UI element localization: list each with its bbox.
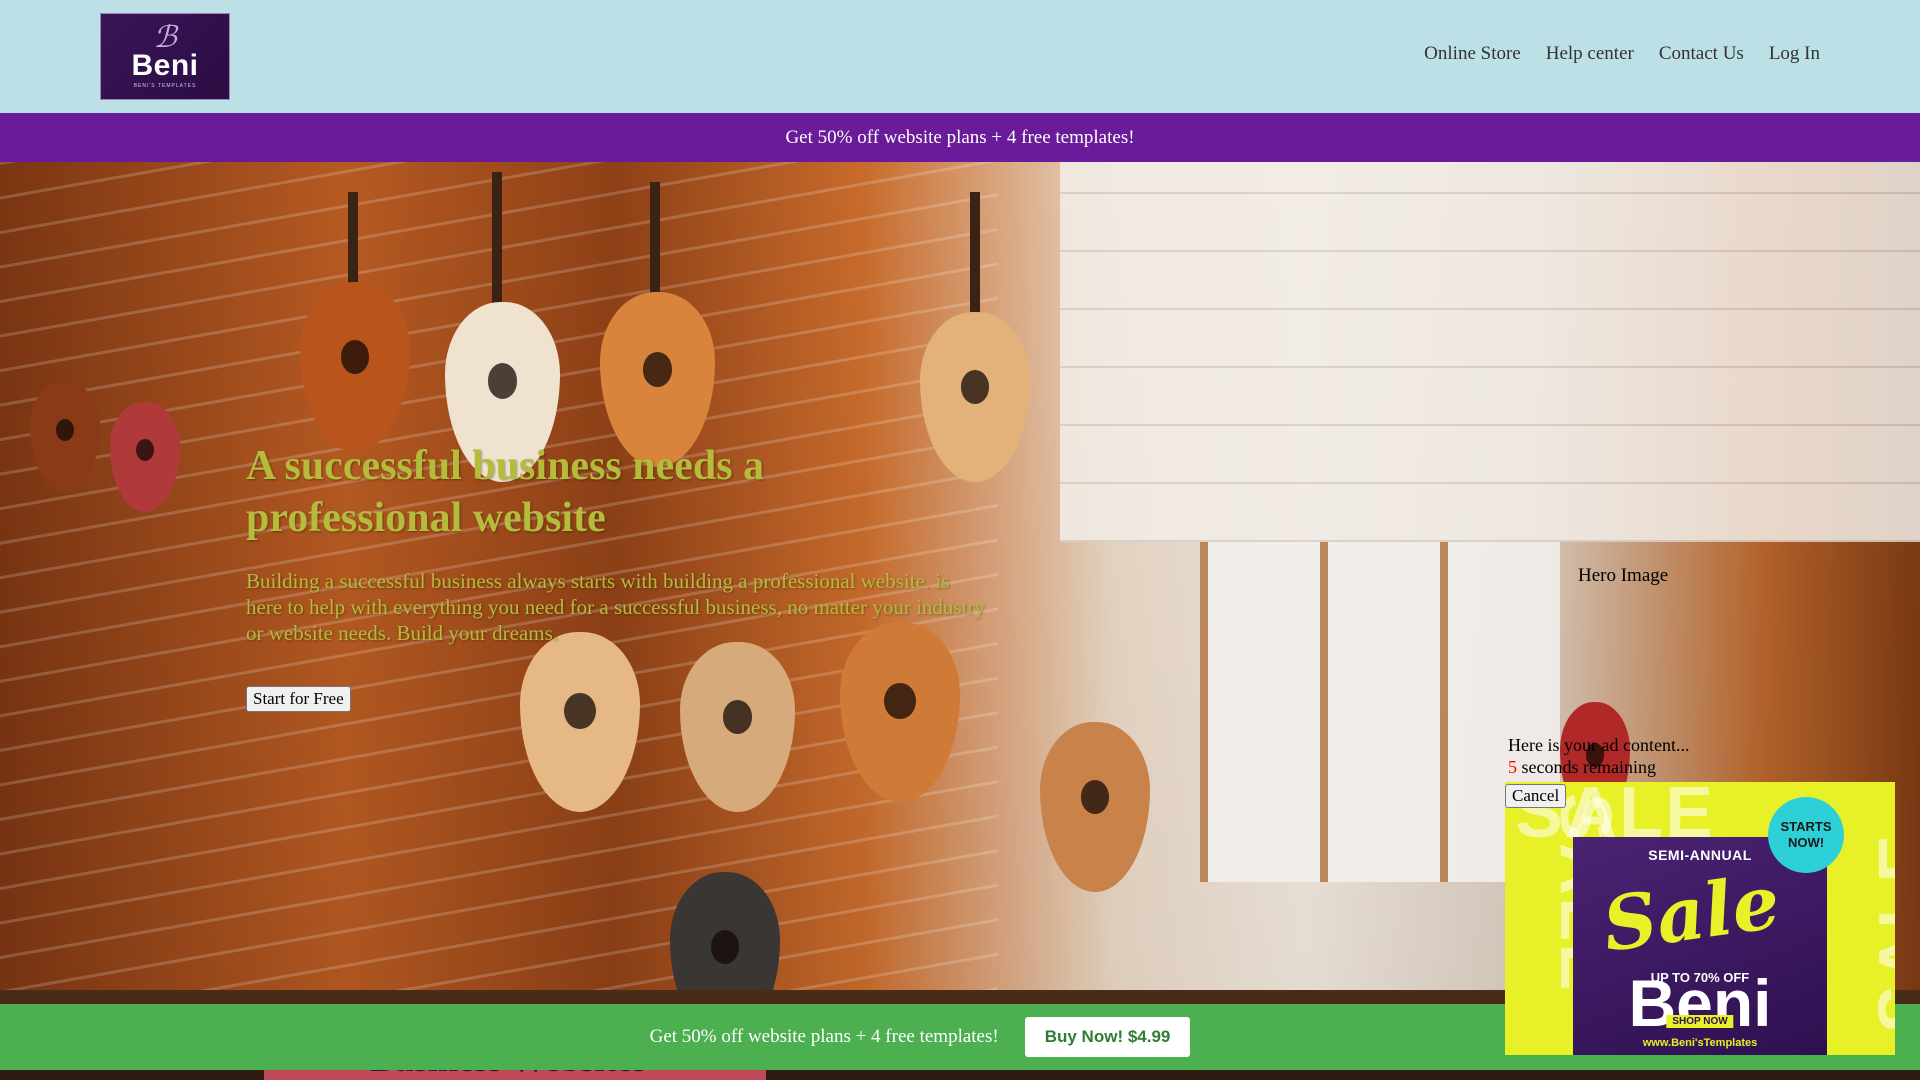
ad-countdown-suffix: seconds remaining — [1517, 757, 1656, 777]
nav-online-store[interactable]: Online Store — [1424, 43, 1521, 65]
ad-cancel-button[interactable]: Cancel — [1505, 784, 1567, 808]
promo-text: Get 50% off website plans + 4 free templ… — [785, 126, 1135, 148]
ad-message: Here is your ad content... — [1508, 735, 1690, 755]
main-nav: Online Store Help center Contact Us Log … — [1424, 43, 1820, 65]
logo-text: Beni — [131, 48, 199, 82]
nav-log-in[interactable]: Log In — [1769, 43, 1820, 65]
hero-title: A successful business needs a profession… — [246, 443, 765, 541]
hero-description: Building a successful business always st… — [246, 569, 985, 645]
nav-contact-us[interactable]: Contact Us — [1659, 43, 1744, 65]
ad-card: SEMI-ANNUAL Sale Beni UP TO 70% OFF SHOP… — [1573, 837, 1827, 1055]
ad-countdown: 5 seconds remaining — [1508, 756, 1689, 778]
hero-image-alt-text: Hero Image — [1578, 565, 1669, 586]
ad-url: www.Beni'sTemplates — [1642, 1037, 1758, 1049]
site-header: ℬ Beni BENI'S TEMPLATES Online Store Hel… — [0, 0, 1920, 113]
logo-subtitle: BENI'S TEMPLATES — [133, 82, 197, 89]
ad-message-block: Here is your ad content... 5 seconds rem… — [1508, 734, 1689, 778]
guitar-shape — [1040, 722, 1150, 892]
logo-monogram-icon: ℬ — [153, 19, 177, 55]
ad-banner[interactable]: SALE SALE SALE SEMI-ANNUAL Sale Beni UP … — [1505, 782, 1895, 1055]
beni-logo[interactable]: ℬ Beni BENI'S TEMPLATES — [100, 13, 230, 100]
buy-now-button[interactable]: Buy Now! $4.99 — [1024, 1017, 1191, 1057]
ad-starts-now-badge: STARTS NOW! — [1768, 797, 1844, 873]
ad-watermark: SALE — [1865, 832, 1895, 1034]
nav-help-center[interactable]: Help center — [1546, 43, 1634, 65]
ad-shop-now[interactable]: SHOP NOW — [1666, 1015, 1734, 1028]
ad-badge-line1: STARTS — [1780, 819, 1832, 834]
ad-discount: UP TO 70% OFF — [1650, 970, 1750, 985]
ad-sale-text: Sale — [1597, 859, 1785, 969]
ad-countdown-number: 5 — [1508, 757, 1517, 777]
start-for-free-button[interactable]: Start for Free — [246, 686, 351, 712]
bottom-promo-text: Get 50% off website plans + 4 free templ… — [649, 1026, 999, 1047]
ad-badge-line2: NOW! — [1787, 835, 1825, 850]
promo-bar: Get 50% off website plans + 4 free templ… — [0, 113, 1920, 162]
